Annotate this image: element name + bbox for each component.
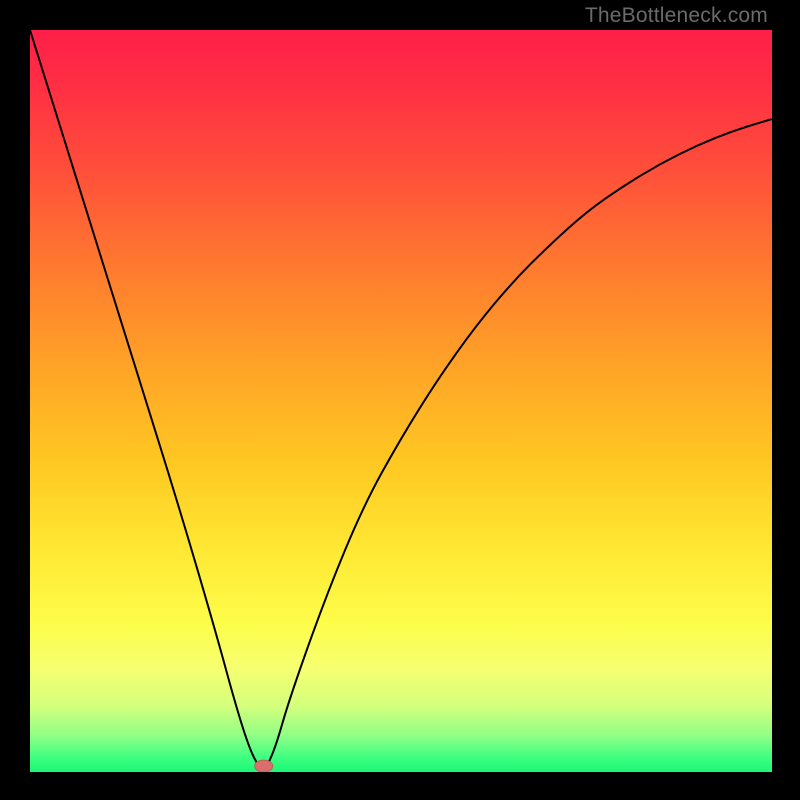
bottleneck-curve — [30, 30, 772, 772]
chart-container: TheBottleneck.com — [0, 0, 800, 800]
minimum-marker — [255, 760, 273, 772]
watermark-text: TheBottleneck.com — [585, 4, 768, 28]
plot-area — [30, 30, 772, 772]
